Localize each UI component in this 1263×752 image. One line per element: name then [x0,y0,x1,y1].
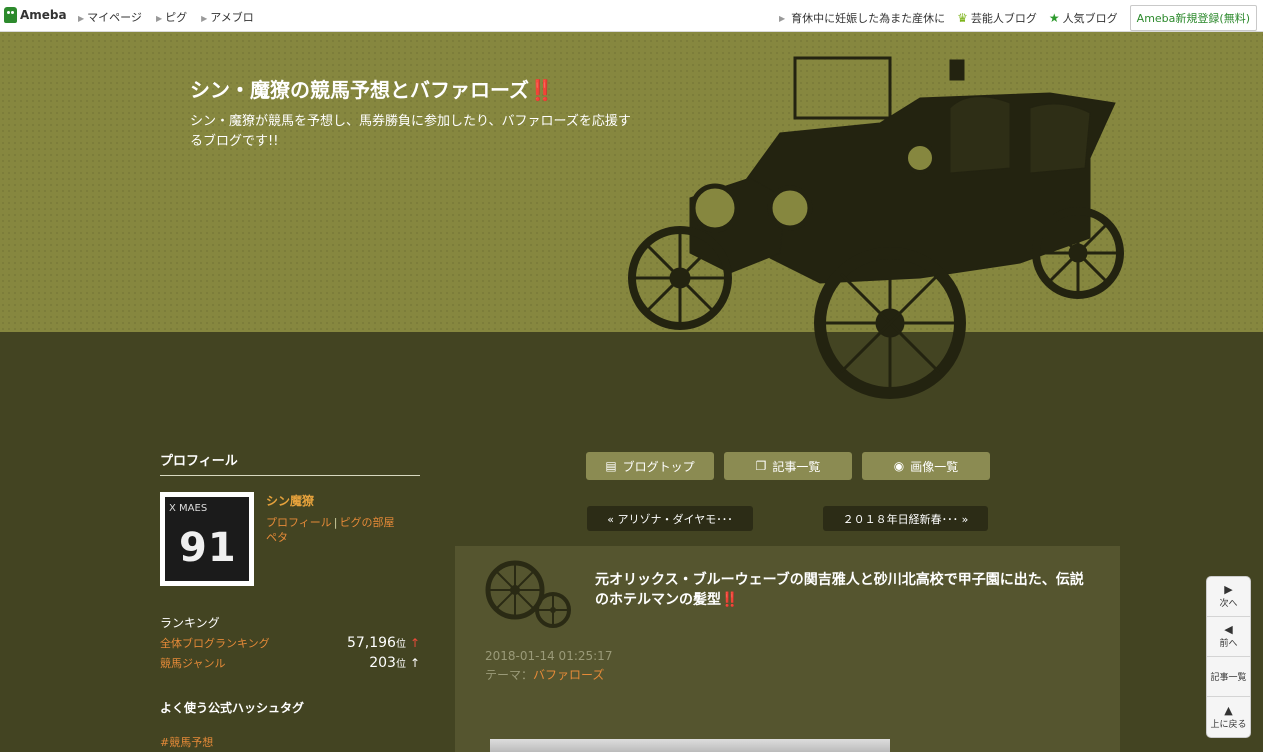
top-right-links: ▶ 育休中に妊娠した為また産休に ♛ 芸能人ブログ ★ 人気ブログ Ameba新規登録… [779,5,1257,31]
triangle-right-icon: ▶ [78,14,85,23]
triangle-right-icon: ▶ [201,14,208,23]
star-icon: ★ [1048,11,1060,25]
article-list-button[interactable]: ❐ 記事一覧 [724,452,852,480]
double-exclamation-icon: ‼️ [721,592,739,608]
prev-article-button[interactable]: « アリゾナ・ダイヤモ･･･ [587,506,753,531]
nav-pigg-link[interactable]: ▶ ピグ [156,9,187,25]
profile-links: プロフィール | ピグの部屋 ペタ [266,515,395,545]
floating-nav: ▶ 次へ ◀ 前へ 記事一覧 ▲ 上に戻る [1206,576,1251,738]
triangle-right-icon: ▶ [778,13,786,23]
blog-nav-buttons: ▤ ブログトップ ❐ 記事一覧 ◉ 画像一覧 [586,452,990,480]
link-separator: | [333,516,338,529]
popular-blog-link[interactable]: ★ 人気ブログ [1049,10,1118,26]
hashtag-link[interactable]: #競馬予想 [160,734,420,750]
ranking-row: 競馬ジャンル 203位 ↑ [160,655,420,671]
float-article-list-button[interactable]: 記事一覧 [1207,657,1250,697]
crown-icon: ♛ [957,11,968,25]
float-next-button[interactable]: ▶ 次へ [1207,577,1250,617]
article: 元オリックス・ブルーウェーブの関吉雅人と砂川北高校で甲子園に出た、伝説のホテルマ… [455,546,1120,752]
ameba-logo[interactable]: Ameba [4,7,67,23]
next-article-button[interactable]: ２０１８年日経新春･･･ » [823,506,988,531]
blog-top-button[interactable]: ▤ ブログトップ [586,452,714,480]
ranking-label[interactable]: 全体ブログランキング [160,635,270,651]
triangle-right-icon: ▶ [155,14,163,23]
triangle-right-icon: ▶ [1224,583,1233,596]
arrow-up-icon: ↑ [409,656,420,670]
profile-heading: プロフィール [160,450,420,476]
register-button[interactable]: Ameba新規登録(無料) [1129,5,1257,31]
double-exclamation-icon: ‼️ [529,78,554,102]
pigg-room-link[interactable]: ピグの部屋 [340,516,395,529]
avatar[interactable]: X MAES 91 [160,492,254,586]
document-icon: ▤ [605,459,617,473]
avatar-image: X MAES 91 [165,497,249,581]
nav-mypage-link[interactable]: ▶ マイページ [78,9,142,25]
hashtag-heading: よく使う公式ハッシュタグ [160,701,305,715]
triangle-left-icon: ◀ [1224,623,1233,636]
theme-link[interactable]: バファローズ [533,668,604,682]
ameba-top-bar: Ameba ▶ マイページ ▶ ピグ ▶ アメブロ ▶ 育休中に妊娠した為また産休に ♛… [0,0,1263,32]
article-theme: テーマ：バファローズ [485,668,605,682]
camera-icon: ◉ [893,459,905,473]
profile-box: X MAES 91 シン魔獠 プロフィール | ピグの部屋 ペタ [160,492,420,586]
article-image [490,739,890,752]
sidebar: プロフィール X MAES 91 シン魔獠 プロフィール | ピグの部屋 ペタ ラン… [160,450,420,750]
article-date: 2018-01-14 01:25:17 [485,649,613,663]
float-back-to-top-button[interactable]: ▲ 上に戻る [1207,697,1250,737]
float-prev-button[interactable]: ◀ 前へ [1207,617,1250,657]
avatar-text: X MAES [169,503,208,514]
top-nav: ▶ マイページ ▶ ピグ ▶ アメブロ [78,9,254,25]
copy-icon: ❐ [755,459,767,473]
ranking-title: ランキング [160,616,220,630]
blog-description: シン・魔獠が競馬を予想し、馬券勝負に参加したり、バファローズを応援するブログです… [190,114,631,149]
blog-title[interactable]: シン・魔獠の競馬予想とバファローズ‼️ [190,74,554,103]
nav-ameblo-link[interactable]: ▶ アメブロ [201,9,254,25]
ranking-label[interactable]: 競馬ジャンル [160,655,225,671]
peta-link[interactable]: ペタ [266,531,288,544]
profile-name[interactable]: シン魔獠 [266,492,395,509]
article-title[interactable]: 元オリックス・ブルーウェーブの関吉雅人と砂川北高校で甲子園に出た、伝説のホテルマ… [595,570,1095,610]
wheel-icon [485,560,571,628]
ranking-value: 203位 ↑ [369,655,420,671]
profile-link[interactable]: プロフィール [266,516,332,529]
news-link[interactable]: ▶ 育休中に妊娠した為また産休に [779,10,945,26]
image-list-button[interactable]: ◉ 画像一覧 [862,452,990,480]
avatar-number: 91 [179,525,237,571]
ranking-row: 全体ブログランキング 57,196位 ↑ [160,635,420,651]
arrow-up-icon: ↑ [409,636,420,650]
ranking-value: 57,196位 ↑ [346,635,420,651]
triangle-up-icon: ▲ [1224,703,1233,717]
vintage-car-illustration [628,56,1124,399]
ameba-logo-icon [4,7,17,23]
celeb-blog-link[interactable]: ♛ 芸能人ブログ [957,10,1037,26]
